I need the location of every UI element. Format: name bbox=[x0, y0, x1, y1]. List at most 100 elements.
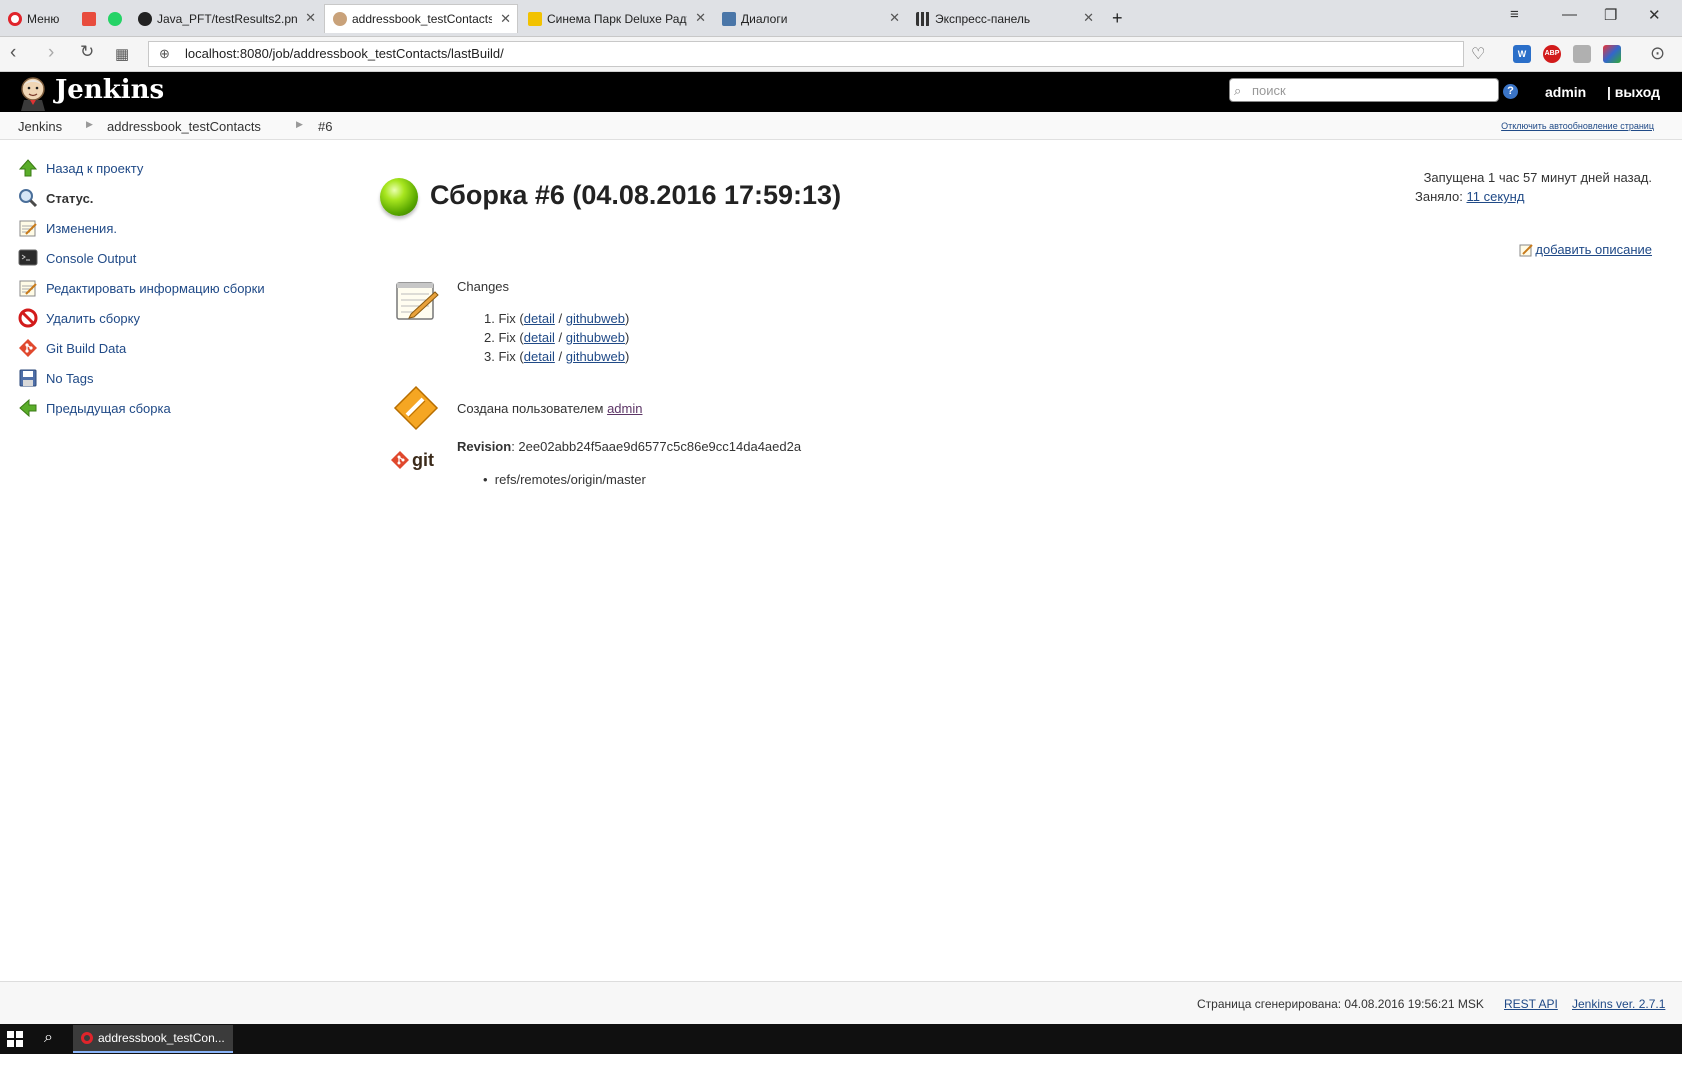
arrow-up-icon bbox=[17, 157, 39, 179]
pinned-tab-whatsapp[interactable] bbox=[100, 4, 124, 33]
sidebar-item-back-to-project[interactable]: Назад к проекту bbox=[17, 157, 143, 179]
sidebar-item-console-output[interactable]: Console Output bbox=[17, 247, 136, 269]
notepad-icon bbox=[17, 217, 39, 239]
user-link[interactable]: admin bbox=[1545, 84, 1586, 100]
sidebar-item-status[interactable]: Статус. bbox=[17, 187, 93, 209]
duration-link[interactable]: 11 секунд bbox=[1467, 189, 1525, 204]
maximize-icon[interactable]: ❐ bbox=[1604, 6, 1617, 24]
help-icon[interactable]: ? bbox=[1503, 84, 1518, 99]
git-icon bbox=[17, 337, 39, 359]
sidebar-item-changes[interactable]: Изменения. bbox=[17, 217, 117, 239]
window-close-icon[interactable]: ✕ bbox=[1648, 6, 1661, 24]
revision-hash: 2ee02abb24f5aae9d6577c5c86e9cc14da4aed2a bbox=[518, 439, 802, 454]
close-icon[interactable]: ✕ bbox=[500, 11, 511, 27]
githubweb-link[interactable]: githubweb bbox=[566, 349, 625, 364]
windows-start-icon[interactable] bbox=[7, 1031, 23, 1047]
save-icon bbox=[17, 367, 39, 389]
git-logo-icon: git bbox=[390, 448, 442, 474]
opera-menu-button[interactable]: Меню bbox=[0, 4, 68, 33]
close-icon[interactable]: ✕ bbox=[889, 10, 900, 26]
cause-user-link[interactable]: admin bbox=[607, 401, 642, 416]
breadcrumb-job[interactable]: addressbook_testContacts bbox=[107, 119, 261, 134]
jenkins-butler-icon[interactable] bbox=[16, 75, 50, 111]
downloads-icon[interactable]: ⊙ bbox=[1650, 43, 1665, 64]
close-icon[interactable]: ✕ bbox=[305, 10, 316, 26]
sidebar-item-edit-build-info[interactable]: Редактировать информацию сборки bbox=[17, 277, 265, 299]
breadcrumb-jenkins[interactable]: Jenkins bbox=[18, 119, 62, 134]
revision-text: Revision: 2ee02abb24f5aae9d6577c5c86e9cc… bbox=[457, 439, 802, 454]
build-status-ball-icon bbox=[380, 178, 418, 216]
tab-jenkins[interactable]: addressbook_testContacts ✕ bbox=[324, 4, 518, 33]
build-started-text: Запущена 1 час 57 минут дней назад. bbox=[1423, 170, 1652, 185]
breadcrumb: Jenkins ▶ addressbook_testContacts ▶ #6 … bbox=[0, 112, 1682, 140]
arrow-left-icon bbox=[17, 397, 39, 419]
cinema-icon bbox=[528, 11, 542, 26]
download-ext-icon[interactable] bbox=[1573, 45, 1591, 63]
changes-heading: Changes bbox=[457, 279, 510, 294]
rest-api-link[interactable]: REST API bbox=[1504, 997, 1558, 1011]
jenkins-version-link[interactable]: Jenkins ver. 2.7.1 bbox=[1572, 997, 1665, 1011]
sidebar-item-no-tags[interactable]: No Tags bbox=[17, 367, 93, 389]
search-icon: ⌕ bbox=[1234, 83, 1242, 98]
terminal-icon bbox=[17, 247, 39, 269]
breadcrumb-build[interactable]: #6 bbox=[318, 119, 332, 134]
globe-icon: ⊕ bbox=[159, 46, 170, 61]
detail-link[interactable]: detail bbox=[524, 311, 555, 326]
build-duration: Заняло: 11 секунд bbox=[1415, 189, 1525, 204]
screen-bottom-area bbox=[0, 1054, 1682, 1077]
adblock-icon[interactable]: ABP bbox=[1543, 45, 1561, 63]
git-logo-text: git bbox=[412, 450, 434, 470]
githubweb-link[interactable]: githubweb bbox=[566, 330, 625, 345]
pinned-tab[interactable] bbox=[74, 4, 98, 33]
whatsapp-icon bbox=[108, 11, 122, 26]
edit-icon bbox=[1519, 243, 1534, 256]
list-item: 3. Fix (detail / githubweb) bbox=[484, 349, 630, 364]
heart-icon[interactable]: ♡ bbox=[1471, 44, 1485, 64]
created-by-text: Создана пользователем admin bbox=[457, 401, 643, 416]
browser-tab-strip: Меню Java_PFT/testResults2.png ✕ address… bbox=[0, 0, 1682, 37]
sidebar-item-git-build-data[interactable]: Git Build Data bbox=[17, 337, 126, 359]
grid-icon bbox=[916, 11, 930, 26]
jenkins-logo-text[interactable]: Jenkins bbox=[55, 75, 164, 105]
tab-dialogs[interactable]: Диалоги ✕ bbox=[714, 4, 906, 33]
detail-link[interactable]: detail bbox=[524, 330, 555, 345]
breadcrumb-separator-icon: ▶ bbox=[86, 119, 93, 129]
breadcrumb-separator-icon: ▶ bbox=[296, 119, 303, 129]
add-description-link[interactable]: добавить описание bbox=[1519, 242, 1652, 257]
jenkins-header: Jenkins ⌕ поиск ? admin | выход bbox=[0, 72, 1682, 112]
github-icon bbox=[138, 11, 152, 26]
opera-logo-icon bbox=[81, 1032, 93, 1044]
generated-timestamp: Страница сгенерирована: 04.08.2016 19:56… bbox=[1197, 997, 1484, 1011]
close-icon[interactable]: ✕ bbox=[1083, 10, 1094, 26]
forward-icon[interactable]: › bbox=[48, 42, 54, 64]
close-icon[interactable]: ✕ bbox=[695, 10, 706, 26]
sidebar-item-delete-build[interactable]: Удалить сборку bbox=[17, 307, 140, 329]
logout-link[interactable]: | выход bbox=[1607, 84, 1660, 100]
no-entry-icon bbox=[17, 307, 39, 329]
minimize-icon[interactable]: — bbox=[1562, 6, 1577, 23]
tab-github[interactable]: Java_PFT/testResults2.png ✕ bbox=[130, 4, 322, 33]
address-toolbar: ‹ › ↻ ▦ ⊕ localhost:8080/job/addressbook… bbox=[0, 37, 1682, 72]
taskbar-search-icon[interactable]: ⌕ bbox=[44, 1029, 53, 1047]
tab-menu-icon[interactable]: ≡ bbox=[1510, 6, 1519, 23]
magnifier-icon bbox=[17, 187, 39, 209]
disable-auto-refresh-link[interactable]: Отключить автообновление страниц bbox=[1501, 121, 1654, 131]
tabs-grid-icon[interactable]: ▦ bbox=[115, 45, 129, 63]
sidebar-item-previous-build[interactable]: Предыдущая сборка bbox=[17, 397, 171, 419]
notepad-icon bbox=[396, 282, 439, 320]
githubweb-link[interactable]: githubweb bbox=[566, 311, 625, 326]
tab-cinema[interactable]: Синема Парк Deluxe Радуга ✕ bbox=[520, 4, 712, 33]
search-input[interactable]: ⌕ поиск bbox=[1229, 78, 1499, 102]
color-ext-icon[interactable] bbox=[1603, 45, 1621, 63]
back-icon[interactable]: ‹ bbox=[10, 42, 16, 64]
reload-icon[interactable]: ↻ bbox=[80, 42, 94, 62]
new-tab-button[interactable]: + bbox=[1104, 4, 1130, 33]
tab-speed-dial[interactable]: Экспресс-панель ✕ bbox=[908, 4, 1100, 33]
taskbar-window-button[interactable]: addressbook_testCon... bbox=[73, 1025, 233, 1053]
app-icon bbox=[82, 11, 96, 26]
os-taskbar: ⌕ addressbook_testCon... bbox=[0, 1024, 1682, 1054]
w-extension-icon[interactable]: W bbox=[1513, 45, 1531, 63]
detail-link[interactable]: detail bbox=[524, 349, 555, 364]
user-cause-icon bbox=[393, 385, 439, 431]
url-input[interactable]: ⊕ localhost:8080/job/addressbook_testCon… bbox=[148, 41, 1464, 67]
